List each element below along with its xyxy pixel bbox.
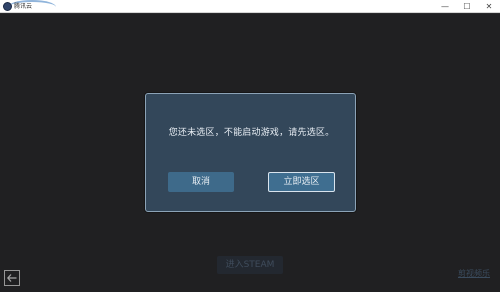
- window-controls: — ☐ ✕: [434, 0, 500, 13]
- select-region-dialog: 您还未选区，不能启动游戏，请先选区。 取消 立即选区: [145, 93, 356, 212]
- window-title: 腾讯云: [14, 3, 33, 10]
- app-icon: [3, 2, 12, 11]
- cancel-button[interactable]: 取消: [168, 172, 234, 192]
- title-bar: 腾讯云 — ☐ ✕: [0, 0, 500, 13]
- select-region-button[interactable]: 立即选区: [268, 172, 335, 192]
- minimize-button[interactable]: —: [434, 0, 456, 13]
- dialog-message: 您还未选区，不能启动游戏，请先选区。: [168, 128, 335, 138]
- close-button[interactable]: ✕: [478, 0, 500, 13]
- maximize-button[interactable]: ☐: [456, 0, 478, 13]
